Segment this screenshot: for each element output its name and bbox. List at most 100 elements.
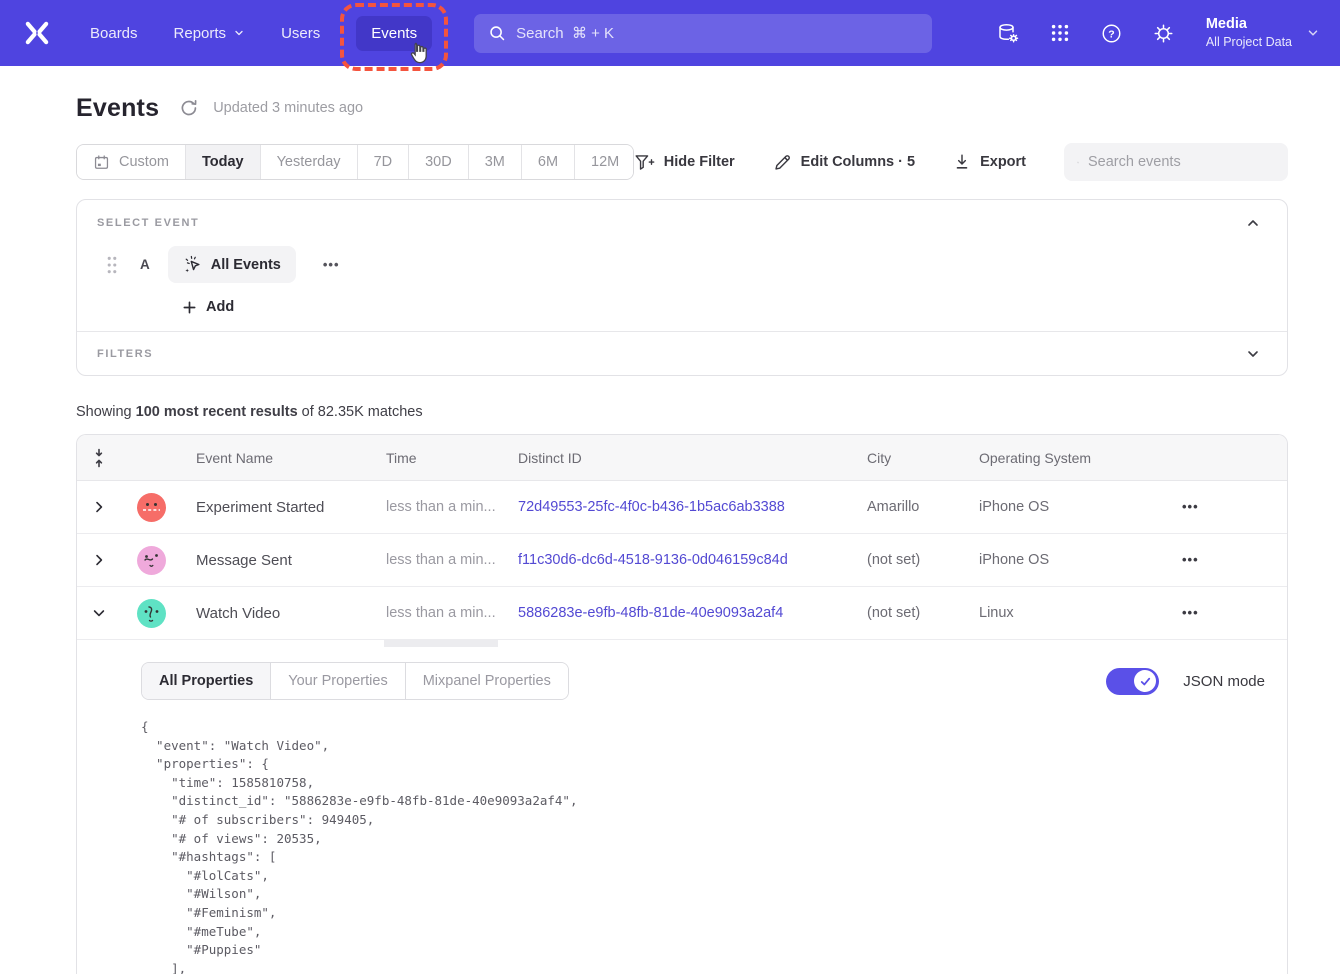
event-name-cell: Experiment Started — [181, 499, 371, 516]
nav-item-boards[interactable]: Boards — [90, 25, 138, 42]
date-range-control: Custom Today Yesterday 7D 30D — [76, 144, 634, 180]
city-cell: (not set) — [852, 605, 964, 621]
date-range-6m[interactable]: 6M — [522, 145, 575, 179]
select-event-section: SELECT EVENT A — [77, 200, 1287, 331]
time-column-shade — [384, 640, 498, 647]
event-name-cell: Watch Video — [181, 605, 371, 622]
drag-handle-icon[interactable] — [105, 255, 119, 275]
event-query-row: A All Events — [97, 246, 1267, 283]
distinct-id-link[interactable]: f11c30d6-dc6d-4518-9136-0d046159c84d — [503, 552, 852, 568]
event-selector-button[interactable]: All Events — [168, 246, 296, 283]
calendar-icon — [93, 154, 110, 171]
summary-prefix: Showing — [76, 404, 136, 420]
database-gear-icon — [996, 22, 1020, 45]
apps-grid-button[interactable] — [1048, 21, 1072, 45]
tab-label: Mixpanel Properties — [423, 673, 551, 689]
project-scope: All Project Data — [1206, 34, 1292, 51]
settings-button[interactable] — [1152, 21, 1176, 45]
os-cell: Linux — [964, 605, 1164, 621]
avatar-face-icon — [137, 493, 166, 522]
expand-row-button[interactable] — [90, 551, 108, 569]
date-range-label: 7D — [374, 154, 393, 170]
date-range-7d[interactable]: 7D — [358, 145, 410, 179]
date-range-yesterday[interactable]: Yesterday — [261, 145, 358, 179]
expand-section-button chevron-down-icon[interactable] — [1245, 346, 1261, 362]
event-avatar — [137, 546, 166, 575]
nav-boards-label: Boards — [90, 25, 138, 42]
help-icon: ? — [1100, 22, 1123, 45]
collapse-section-button chevron-up-icon[interactable] — [1245, 215, 1261, 231]
nav-item-events[interactable]: Events — [356, 16, 432, 51]
chevron-down-icon — [233, 27, 245, 39]
edit-columns-label: Edit Columns · 5 — [801, 154, 915, 170]
date-range-custom[interactable]: Custom — [77, 145, 186, 179]
distinct-id-link[interactable]: 5886283e-e9fb-48fb-81de-40e9093a2af4 — [503, 605, 852, 621]
tab-label: Your Properties — [288, 673, 387, 689]
tab-your-properties[interactable]: Your Properties — [271, 663, 405, 699]
page-header: Events Updated 3 minutes ago — [76, 93, 1288, 123]
date-range-label: 30D — [425, 154, 452, 170]
json-mode-toggle[interactable] — [1106, 668, 1159, 695]
project-name: Media — [1206, 15, 1292, 34]
navbar-right: ? Media All Project Data — [982, 15, 1320, 51]
date-range-30d[interactable]: 30D — [409, 145, 469, 179]
os-cell: iPhone OS — [964, 552, 1164, 568]
table-row[interactable]: Message Sent less than a min... f11c30d6… — [77, 534, 1287, 587]
search-events[interactable] — [1064, 143, 1288, 181]
event-json-viewer: { "event": "Watch Video", "properties": … — [141, 718, 1267, 974]
check-icon — [1139, 675, 1152, 688]
mixpanel-logo[interactable] — [20, 16, 54, 50]
global-search-input[interactable] — [516, 25, 918, 42]
filters-section: FILTERS — [77, 332, 1287, 375]
add-event-label: Add — [206, 299, 234, 315]
json-mode-control: JSON mode — [1106, 668, 1265, 695]
tab-all-properties[interactable]: All Properties — [142, 663, 271, 699]
chevron-right-icon — [91, 552, 107, 568]
primary-nav: Boards Reports Users Events — [90, 16, 432, 51]
nav-item-reports[interactable]: Reports — [174, 25, 246, 42]
filters-label: FILTERS — [97, 348, 153, 360]
top-navbar: Boards Reports Users Events — [0, 0, 1340, 66]
collapse-all-rows-button collapse-arrows-icon[interactable] — [91, 446, 107, 470]
date-range-label: 6M — [538, 154, 558, 170]
search-icon — [1077, 154, 1079, 171]
date-range-today[interactable]: Today — [186, 145, 261, 179]
table-row[interactable]: Experiment Started less than a min... 72… — [77, 481, 1287, 534]
global-search[interactable] — [474, 14, 932, 53]
download-icon — [953, 153, 971, 171]
tab-mixpanel-properties[interactable]: Mixpanel Properties — [406, 663, 568, 699]
nav-item-users[interactable]: Users — [281, 25, 320, 42]
export-button[interactable]: Export — [953, 153, 1026, 171]
event-row-more-button more-options-icon[interactable] — [323, 256, 340, 274]
project-switcher-labels: Media All Project Data — [1206, 15, 1292, 51]
add-event-button[interactable]: Add — [182, 299, 1267, 315]
row-actions-button more-options-icon[interactable] — [1164, 604, 1287, 622]
time-cell: less than a min... — [371, 499, 503, 515]
data-management-button[interactable] — [996, 21, 1020, 45]
distinct-id-link[interactable]: 72d49553-25fc-4f0c-b436-1b5ac6ab3388 — [503, 499, 852, 515]
filter-funnel-icon — [634, 153, 655, 172]
date-range-3m[interactable]: 3M — [469, 145, 522, 179]
event-name-cell: Message Sent — [181, 552, 371, 569]
avatar-face-icon — [137, 546, 166, 575]
table-header-row: Event Name Time Distinct ID City Operati… — [77, 435, 1287, 481]
project-switcher[interactable]: Media All Project Data — [1206, 15, 1320, 51]
table-row-expanded[interactable]: Watch Video less than a min... 5886283e-… — [77, 587, 1287, 640]
date-range-label: Today — [202, 154, 244, 170]
search-events-input[interactable] — [1088, 154, 1275, 170]
expand-row-button[interactable] — [90, 498, 108, 516]
events-table: Event Name Time Distinct ID City Operati… — [76, 434, 1288, 974]
hide-filter-button[interactable]: Hide Filter — [634, 153, 735, 172]
select-event-label: SELECT EVENT — [97, 217, 199, 229]
main-content: Events Updated 3 minutes ago — [0, 66, 1340, 974]
help-button[interactable]: ? — [1100, 21, 1124, 45]
edit-columns-button[interactable]: Edit Columns · 5 — [773, 153, 915, 172]
row-actions-button more-options-icon[interactable] — [1164, 551, 1287, 569]
row-actions-button more-options-icon[interactable] — [1164, 498, 1287, 516]
collapse-row-button[interactable] — [90, 604, 108, 622]
nav-users-label: Users — [281, 25, 320, 42]
refresh-button[interactable] — [179, 98, 199, 118]
export-label: Export — [980, 154, 1026, 170]
date-range-12m[interactable]: 12M — [575, 145, 634, 179]
column-header-event-name: Event Name — [181, 450, 371, 466]
